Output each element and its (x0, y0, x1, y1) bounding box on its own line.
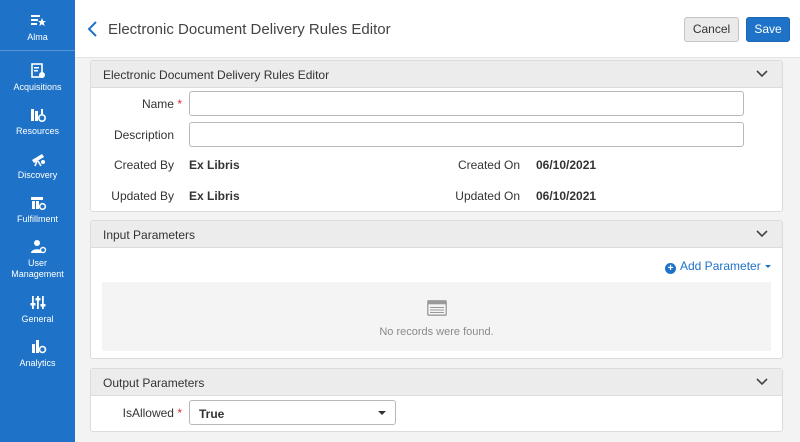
acquisitions-icon (0, 62, 75, 80)
cancel-button[interactable]: Cancel (684, 17, 739, 42)
caret-down-icon (378, 411, 386, 415)
details-panel: Electronic Document Delivery Rules Edito… (90, 60, 783, 212)
required-asterisk: * (177, 97, 182, 111)
is-allowed-value: True (199, 407, 225, 421)
no-records-text: No records were found. (379, 326, 494, 338)
save-button[interactable]: Save (746, 17, 790, 42)
sidebar-item-label: User Management (11, 258, 64, 279)
chevron-down-icon[interactable] (756, 229, 768, 239)
plus-circle-icon: + (665, 263, 676, 274)
page-header: Electronic Document Delivery Rules Edito… (75, 0, 800, 58)
resources-icon (0, 106, 75, 124)
chevron-down-icon[interactable] (756, 69, 768, 79)
sidebar-item-label: General (21, 314, 54, 324)
input-parameters-title: Input Parameters (103, 228, 196, 242)
sidebar-item-acquisitions[interactable]: Acquisitions (0, 62, 75, 93)
sidebar-item-label: Analytics (19, 358, 56, 368)
sidebar-item-user-management[interactable]: User Management (0, 238, 75, 280)
back-arrow-icon[interactable] (86, 20, 100, 38)
empty-records-area: No records were found. (102, 282, 771, 351)
output-parameters-header[interactable]: Output Parameters (91, 369, 782, 396)
sidebar-item-analytics[interactable]: Analytics (0, 338, 75, 369)
caret-down-icon (764, 265, 771, 268)
sidebar-item-alma[interactable]: Alma (0, 12, 75, 43)
sidebar-item-label: Alma (27, 32, 48, 42)
sidebar-item-general[interactable]: General (0, 294, 75, 325)
sidebar-item-discovery[interactable]: Discovery (0, 150, 75, 181)
created-by-value: Ex Libris (189, 158, 240, 172)
fulfillment-icon (0, 194, 75, 212)
details-panel-title: Electronic Document Delivery Rules Edito… (103, 68, 330, 82)
sidebar: Alma Acquisitions Resources Discovery Fu… (0, 0, 75, 442)
name-label: Name * (141, 97, 182, 111)
updated-by-value: Ex Libris (189, 189, 240, 203)
created-by-label: Created By (113, 158, 174, 172)
add-parameter-label: Add Parameter (680, 259, 761, 273)
sidebar-item-label: Fulfillment (16, 214, 58, 224)
general-sliders-icon (0, 294, 75, 312)
chevron-down-icon[interactable] (756, 377, 768, 387)
updated-on-label: Updated On (455, 189, 520, 203)
created-on-label: Created On (457, 158, 520, 172)
input-parameters-panel: Input Parameters + Add Parameter No recor… (90, 220, 783, 359)
output-parameters-title: Output Parameters (103, 376, 205, 390)
sidebar-item-label: Acquisitions (13, 82, 62, 92)
sidebar-item-resources[interactable]: Resources (0, 106, 75, 137)
description-label: Description (113, 128, 174, 142)
alma-star-icon (0, 12, 75, 30)
user-management-icon (0, 238, 75, 256)
required-asterisk: * (177, 406, 182, 420)
is-allowed-select[interactable]: True (189, 400, 396, 425)
table-list-icon (427, 300, 447, 316)
created-on-value: 06/10/2021 (536, 158, 597, 172)
sidebar-item-fulfillment[interactable]: Fulfillment (0, 194, 75, 225)
is-allowed-label: IsAllowed * (122, 406, 182, 420)
sidebar-item-label: Discovery (17, 170, 58, 180)
sidebar-item-label: Resources (15, 126, 60, 136)
name-input[interactable] (189, 91, 744, 116)
description-input[interactable] (189, 122, 744, 147)
updated-by-label: Updated By (111, 189, 174, 203)
details-panel-header[interactable]: Electronic Document Delivery Rules Edito… (91, 61, 782, 88)
sidebar-divider (0, 50, 75, 51)
page-title: Electronic Document Delivery Rules Edito… (108, 21, 391, 38)
discovery-telescope-icon (0, 150, 75, 168)
analytics-icon (0, 338, 75, 356)
add-parameter-button[interactable]: + Add Parameter (665, 259, 771, 274)
output-parameters-panel: Output Parameters IsAllowed * True (90, 368, 783, 432)
input-parameters-header[interactable]: Input Parameters (91, 221, 782, 248)
updated-on-value: 06/10/2021 (536, 189, 597, 203)
